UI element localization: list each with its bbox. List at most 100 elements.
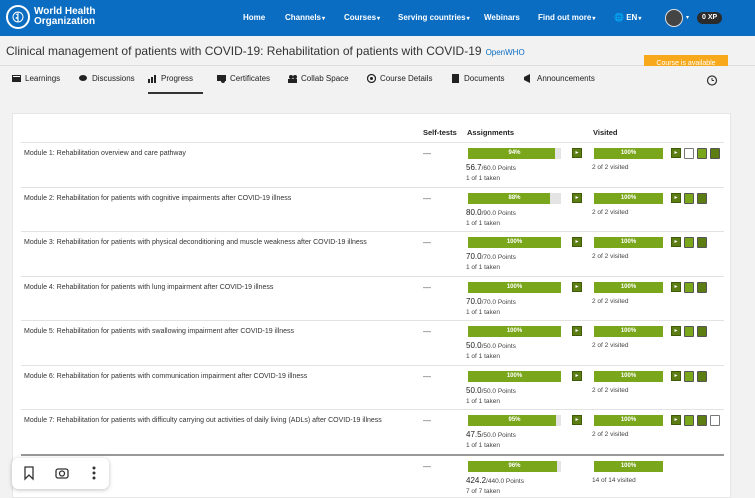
more-icon[interactable] — [85, 464, 103, 482]
nav-find-out-more[interactable]: Find out more▾ — [538, 13, 595, 22]
points-value: 424.2/440.0 Points — [466, 475, 524, 485]
table-row: Module 5: Rehabilitation for patients wi… — [21, 320, 724, 365]
nav-courses[interactable]: Courses▾ — [344, 13, 380, 22]
assignments-percent: 95% — [508, 417, 521, 423]
selftests-value: — — [423, 461, 431, 471]
selftests-value: — — [423, 238, 431, 247]
nav-channels[interactable]: Channels▾ — [285, 13, 325, 22]
selftests-value: — — [423, 371, 431, 381]
header-visited: Visited — [593, 128, 618, 137]
forward-icon[interactable]: ▸ — [572, 148, 582, 158]
selftests-value: — — [423, 193, 431, 203]
forward-icon[interactable] — [697, 237, 707, 248]
forward-icon[interactable] — [697, 326, 707, 337]
forward-icon[interactable]: ▸ — [671, 415, 681, 425]
module-title[interactable]: Module 2: Rehabilitation for patients wi… — [24, 195, 291, 202]
taken-count: 1 of 1 taken — [466, 353, 500, 360]
video-icon[interactable] — [684, 237, 694, 248]
points-value: 70.0/70.0 Points — [466, 252, 516, 261]
video-icon[interactable] — [684, 370, 694, 382]
camera-icon[interactable] — [53, 464, 71, 482]
tab-announcements[interactable]: Announcements — [524, 74, 595, 94]
forward-icon[interactable] — [697, 192, 707, 204]
visited-percent: 100% — [620, 417, 637, 423]
forward-icon[interactable] — [697, 281, 707, 293]
visited-percent: 100% — [620, 150, 637, 156]
who-logo[interactable]: World Health Organization — [6, 5, 104, 29]
alarm-clock-icon[interactable] — [706, 74, 718, 86]
forward-icon[interactable]: ▸ — [671, 148, 681, 158]
course-tag[interactable]: OpenWHO — [486, 48, 525, 57]
points-value: 70.0/70.0 Points — [466, 296, 516, 306]
discussions-icon — [79, 75, 87, 81]
document-icon[interactable] — [710, 415, 720, 426]
forward-icon[interactable]: ▸ — [572, 415, 582, 425]
visited-percent: 100% — [620, 372, 637, 379]
table-row: Module 6: Rehabilitation for patients wi… — [21, 364, 724, 410]
forward-icon[interactable]: ▸ — [572, 237, 582, 247]
chevron-down-icon[interactable]: ▾ — [686, 14, 689, 21]
assignments-percent: 88% — [508, 194, 521, 201]
visited-progress-bar: 100% — [594, 148, 663, 159]
video-icon[interactable] — [697, 148, 707, 159]
taken-count: 1 of 1 taken — [466, 264, 500, 271]
xp-badge: 0 XP — [697, 12, 723, 24]
forward-icon[interactable]: ▸ — [572, 192, 582, 203]
tab-progress[interactable]: Progress — [148, 74, 203, 94]
floating-toolbar — [12, 458, 109, 489]
visited-count: 2 of 2 visited — [592, 164, 629, 171]
tab-documents[interactable]: Documents — [451, 74, 504, 94]
nav-home[interactable]: Home — [243, 13, 265, 22]
visited-percent: 100% — [620, 328, 637, 334]
assignments-percent: 96% — [508, 462, 521, 469]
avatar[interactable] — [665, 9, 683, 27]
nav-webinars[interactable]: Webinars — [484, 13, 520, 22]
forward-icon[interactable] — [697, 415, 707, 426]
visited-count: 2 of 2 visited — [592, 253, 629, 260]
course-title-bar: Clinical management of patients with COV… — [0, 36, 755, 66]
tab-discussions[interactable]: Discussions — [79, 74, 135, 94]
tab-course-details[interactable]: Course Details — [367, 74, 432, 94]
visited-percent: 100% — [620, 462, 637, 469]
module-title[interactable]: Module 1: Rehabilitation overview and ca… — [24, 150, 186, 157]
video-icon[interactable] — [684, 415, 694, 426]
video-icon[interactable] — [684, 326, 694, 337]
assignments-percent: 100% — [506, 239, 523, 245]
forward-icon[interactable]: ▸ — [572, 281, 582, 292]
visited-progress-bar: 100% — [594, 237, 663, 248]
points-value: 50.0/50.0 Points — [466, 385, 516, 395]
module-title[interactable]: Module 6: Rehabilitation for patients wi… — [24, 373, 307, 380]
visited-count: 2 of 2 visited — [592, 386, 629, 394]
video-icon[interactable] — [684, 281, 694, 293]
nav-serving-countries[interactable]: Serving countries▾ — [398, 13, 470, 22]
forward-icon[interactable]: ▸ — [671, 370, 681, 381]
language-selector[interactable]: 🌐 EN▾ — [614, 13, 641, 22]
bookmark-icon[interactable] — [20, 464, 38, 482]
forward-icon[interactable] — [697, 370, 707, 382]
assignments-percent: 94% — [508, 150, 521, 156]
forward-icon[interactable]: ▸ — [671, 237, 681, 247]
tab-collab-space[interactable]: Collab Space — [288, 74, 349, 94]
forward-icon[interactable] — [710, 148, 720, 159]
tab-learnings[interactable]: Learnings — [12, 74, 60, 94]
forward-icon[interactable]: ▸ — [671, 281, 681, 292]
module-title[interactable]: Module 3: Rehabilitation for patients wi… — [24, 239, 367, 246]
visited-percent: 100% — [620, 283, 637, 290]
document-icon[interactable] — [684, 148, 694, 159]
tab-certificates[interactable]: Certificates — [217, 74, 270, 94]
video-icon[interactable] — [684, 192, 694, 204]
module-title[interactable]: Module 4: Rehabilitation for patients wi… — [24, 284, 273, 291]
module-title[interactable]: Module 7: Rehabilitation for patients wi… — [24, 417, 382, 424]
forward-icon[interactable]: ▸ — [671, 326, 681, 336]
table-row: Module 3: Rehabilitation for patients wi… — [21, 231, 724, 276]
assignments-progress-bar: 95% — [468, 415, 561, 426]
forward-icon[interactable]: ▸ — [572, 326, 582, 336]
assignments-percent: 100% — [506, 372, 523, 379]
visited-percent: 100% — [620, 194, 637, 201]
assignments-progress-bar: 100% — [468, 237, 561, 248]
forward-icon[interactable]: ▸ — [572, 370, 582, 381]
points-value: 80.0/90.0 Points — [466, 207, 516, 217]
module-title[interactable]: Module 5: Rehabilitation for patients wi… — [24, 328, 294, 335]
visited-percent: 100% — [620, 239, 637, 245]
forward-icon[interactable]: ▸ — [671, 192, 681, 203]
